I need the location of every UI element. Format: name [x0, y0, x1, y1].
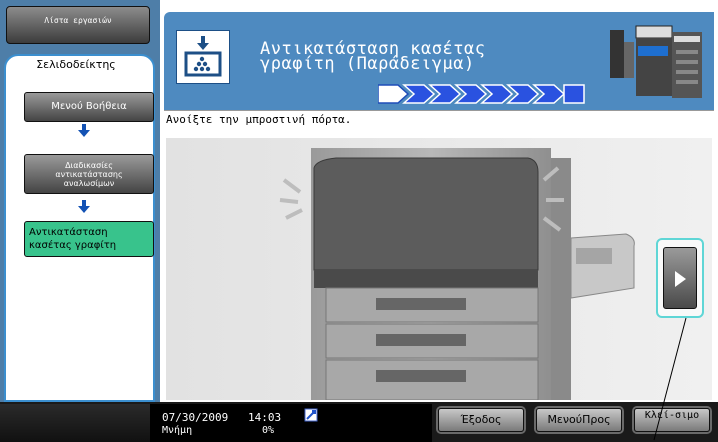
bookmark-title: Σελιδοδείκτης: [36, 58, 116, 71]
bottom-left-panel: [0, 404, 150, 442]
memory-label: Μνήμη: [162, 425, 193, 436]
step-indicator-end: [563, 84, 585, 104]
page-title: Αντικατάσταση κασέτας γραφίτη (Παράδειγμ…: [260, 41, 600, 74]
step-progress: [378, 84, 588, 104]
title-line-2: γραφίτη (Παράδειγμα): [260, 54, 475, 74]
network-icon: [304, 407, 318, 422]
play-right-icon: [675, 271, 686, 287]
exit-button[interactable]: Έξοδος: [438, 408, 524, 432]
nav-replace-toner-button[interactable]: Αντικατάσταση κασέτας γραφίτη: [24, 221, 154, 257]
nav-consumables-button[interactable]: Διαδικασίες αντικατάστασης αναλωσίμων: [24, 154, 154, 194]
copier-front-door-illustration: [166, 138, 712, 401]
memory-value: 0%: [262, 425, 275, 436]
copier-machine-icon: [610, 20, 705, 102]
nav-consumables-label: Διαδικασίες αντικατάστασης αναλωσίμων: [55, 161, 123, 188]
instruction-text: Ανοίξτε την μπροστινή πόρτα.: [166, 113, 352, 126]
job-list-button[interactable]: Λίστα εργασιών: [6, 6, 150, 44]
close-button[interactable]: Κλεί-σιμο: [634, 408, 710, 432]
status-date: 07/30/2009: [162, 411, 229, 424]
nav-replace-toner-label: Αντικατάσταση κασέτας γραφίτη: [29, 227, 117, 251]
menu-back-button[interactable]: ΜενούΠρος: [536, 408, 622, 432]
nav-help-menu-label: Μενού Βοήθεια: [51, 101, 127, 112]
step-indicator-1: [378, 84, 410, 104]
next-step-button[interactable]: [663, 247, 697, 309]
status-time: 14:03: [248, 411, 282, 424]
toner-replace-icon: [176, 30, 230, 84]
nav-help-menu-button[interactable]: Μενού Βοήθεια: [24, 92, 154, 122]
